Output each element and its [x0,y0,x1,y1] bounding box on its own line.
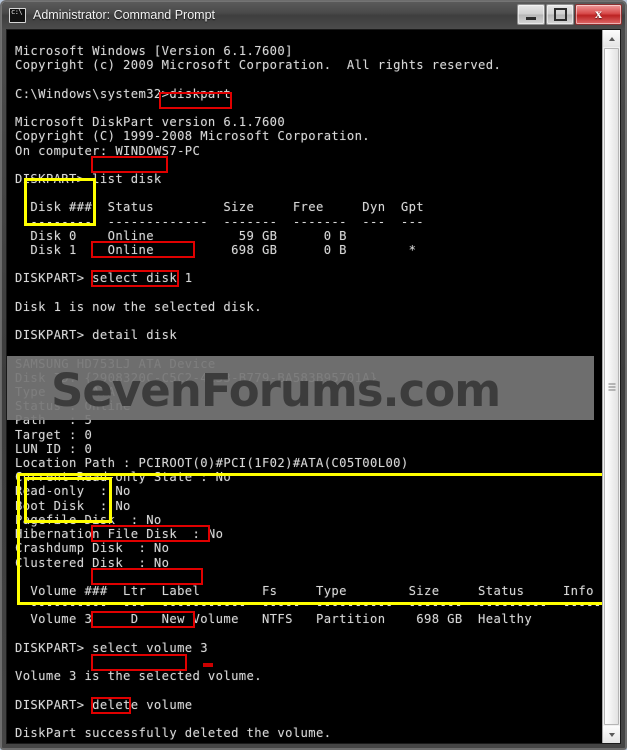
console-client-area: Microsoft Windows [Version 6.1.7600] Cop… [6,29,621,744]
close-button[interactable]: x [575,4,622,25]
minimize-icon [526,16,536,20]
command-prompt-icon [9,7,26,23]
vertical-scrollbar[interactable] [602,30,620,743]
maximize-icon [553,8,567,21]
window-controls: x [517,4,622,25]
window-title: Administrator: Command Prompt [33,8,216,22]
console-output: Microsoft Windows [Version 6.1.7600] Cop… [15,44,609,740]
title-bar[interactable]: Administrator: Command Prompt x [2,2,625,28]
red-dash-marker [203,663,213,667]
close-icon: x [595,6,602,22]
maximize-button[interactable] [546,4,574,25]
minimize-button[interactable] [517,4,545,25]
scrollbar-grip-icon [608,383,615,390]
command-prompt-window: Administrator: Command Prompt x Microsof… [0,0,627,750]
scroll-down-button[interactable] [603,726,620,743]
console-surface[interactable]: Microsoft Windows [Version 6.1.7600] Cop… [7,30,609,743]
chevron-down-icon [608,732,615,737]
scroll-up-button[interactable] [603,30,620,47]
chevron-up-icon [608,36,615,41]
scrollbar-thumb[interactable] [604,48,619,725]
